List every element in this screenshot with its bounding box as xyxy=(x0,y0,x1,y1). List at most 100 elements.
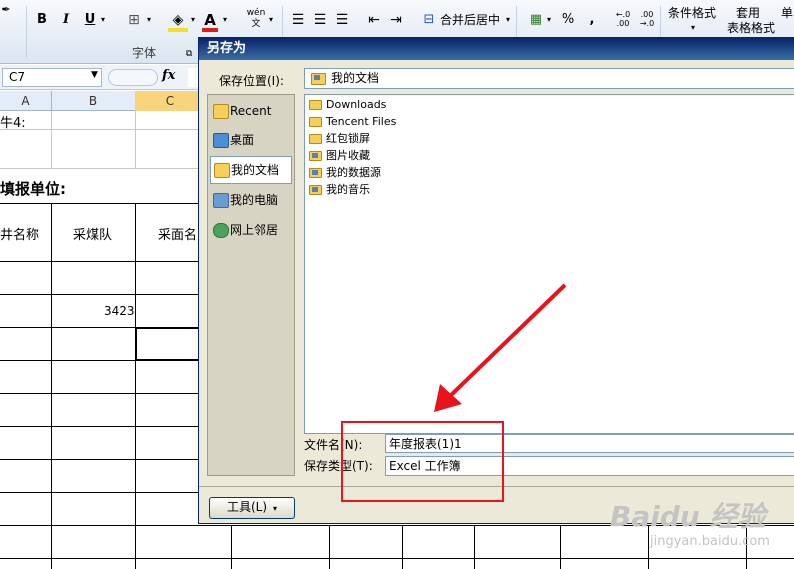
header-cell-c[interactable]: 采面名 xyxy=(158,224,197,243)
music-folder-icon xyxy=(309,185,322,195)
table-border xyxy=(51,203,52,569)
folder-icon xyxy=(309,134,322,144)
computer-icon xyxy=(213,193,229,208)
place-my-computer[interactable]: 我的电脑 xyxy=(210,187,292,213)
decrease-indent-icon[interactable]: ⇤ xyxy=(366,10,382,30)
place-label: 网上邻居 xyxy=(230,223,279,237)
tools-button[interactable]: 工具(L) ▾ xyxy=(209,497,295,519)
table-border xyxy=(0,426,200,427)
column-header-a[interactable]: A xyxy=(0,91,52,111)
align-center-icon[interactable]: ☰ xyxy=(312,10,328,30)
recent-icon xyxy=(213,104,229,119)
font-dialog-launcher-icon[interactable]: ⧉ xyxy=(183,44,195,64)
place-recent[interactable]: Recent xyxy=(210,98,292,124)
bold-button[interactable]: B xyxy=(34,10,50,30)
increase-indent-icon[interactable]: ⇥ xyxy=(388,10,404,30)
pictures-folder-icon xyxy=(309,151,322,161)
border-icon[interactable]: ⊞ xyxy=(124,10,144,30)
gridline xyxy=(135,111,136,169)
header-cell-b[interactable]: 采煤队 xyxy=(73,224,112,243)
table-border xyxy=(560,525,561,569)
percent-button[interactable]: % xyxy=(561,10,575,30)
place-label: 我的电脑 xyxy=(230,193,279,207)
save-in-label: 保存位置(I): xyxy=(219,74,284,88)
my-documents-icon xyxy=(311,73,326,85)
place-label: 桌面 xyxy=(230,133,255,147)
list-item[interactable]: 红包锁屏 xyxy=(309,131,370,147)
ribbon-separator xyxy=(26,6,27,58)
align-left-icon[interactable]: ☰ xyxy=(290,10,306,30)
dialog-title[interactable]: 另存为 xyxy=(199,38,794,60)
annotation-arrow xyxy=(434,283,567,412)
table-border xyxy=(402,525,403,569)
highlight-box xyxy=(341,421,504,502)
column-header-b[interactable]: B xyxy=(51,91,136,111)
my-documents-icon xyxy=(214,163,230,178)
align-right-icon[interactable]: ☰ xyxy=(334,10,350,30)
gridline xyxy=(0,168,200,169)
folder-icon xyxy=(309,117,322,127)
italic-button[interactable]: I xyxy=(58,10,74,30)
merge-center-icon[interactable]: ⊟ xyxy=(420,10,438,30)
cell-a1[interactable]: 牛4: xyxy=(0,112,26,131)
save-in-dropdown[interactable]: 我的文档 xyxy=(304,68,794,89)
place-desktop[interactable]: 桌面 xyxy=(210,127,292,153)
accounting-dropdown-icon[interactable]: ▾ xyxy=(544,10,554,30)
tools-dropdown-icon: ▾ xyxy=(273,504,278,513)
column-header-c[interactable]: C xyxy=(135,91,206,111)
value-cell-b[interactable]: 3423 xyxy=(104,304,135,318)
fill-color-icon[interactable]: ◈ xyxy=(168,10,188,32)
watermark-url: jingyan.baidu.com xyxy=(650,534,770,549)
font-color-dropdown-icon[interactable]: ▾ xyxy=(220,10,230,30)
format-painter-icon[interactable]: ✒ xyxy=(0,0,12,20)
name-box[interactable]: C7 xyxy=(2,68,102,87)
place-my-documents[interactable]: 我的文档 xyxy=(210,156,292,184)
places-bar: Recent 桌面 我的文档 我的电脑 网上邻居 xyxy=(207,94,295,476)
name-box-dropdown-icon[interactable]: ▼ xyxy=(91,70,98,80)
fill-dropdown-icon[interactable]: ▾ xyxy=(188,10,198,30)
table-border xyxy=(231,525,232,569)
increase-decimal-button[interactable]: ←.0 .00 xyxy=(612,10,634,30)
merge-dropdown-icon[interactable]: ▾ xyxy=(503,10,513,30)
desktop-icon xyxy=(213,133,229,148)
save-in-value: 我的文档 xyxy=(331,71,380,85)
insert-function-icon[interactable]: fx xyxy=(162,68,175,83)
phonetic-icon[interactable]: wén 文 xyxy=(246,8,266,29)
conditional-dropdown-icon[interactable]: ▾ xyxy=(688,18,698,38)
folder-icon xyxy=(309,100,322,110)
border-dropdown-icon[interactable]: ▾ xyxy=(144,10,154,30)
cell-style-button[interactable]: 单 xyxy=(780,3,794,23)
formula-input[interactable] xyxy=(188,68,198,87)
list-item[interactable]: Downloads xyxy=(309,97,386,113)
decrease-decimal-button[interactable]: .00 →.0 xyxy=(636,10,658,30)
list-item[interactable]: Tencent Files xyxy=(309,114,396,130)
formula-bar-splitter[interactable] xyxy=(108,69,158,86)
list-item[interactable]: 我的音乐 xyxy=(309,182,370,198)
data-sources-folder-icon xyxy=(309,168,322,178)
header-cell-a[interactable]: 井名称 xyxy=(0,224,39,243)
table-border xyxy=(0,203,200,204)
network-icon xyxy=(213,223,229,238)
font-group-label: 字体 xyxy=(132,46,157,60)
list-item[interactable]: 图片收藏 xyxy=(309,148,370,164)
place-label: 我的文档 xyxy=(231,163,280,177)
table-border xyxy=(474,525,475,569)
watermark-logo: Baidu 经验 xyxy=(610,500,766,533)
table-border xyxy=(0,261,200,262)
table-border xyxy=(135,203,136,569)
list-item[interactable]: 我的数据源 xyxy=(309,165,381,181)
font-color-icon[interactable]: A xyxy=(202,10,218,32)
comma-button[interactable]: , xyxy=(587,10,597,30)
accounting-format-icon[interactable]: ▦ xyxy=(526,10,546,30)
underline-dropdown-icon[interactable]: ▾ xyxy=(98,10,108,30)
cell-report-unit[interactable]: 填报单位: xyxy=(0,178,66,199)
table-border xyxy=(329,525,330,569)
underline-button[interactable]: U xyxy=(82,10,98,30)
merge-center-button[interactable]: 合并后居中 xyxy=(440,10,502,30)
phonetic-dropdown-icon[interactable]: ▾ xyxy=(266,10,276,30)
active-cell[interactable] xyxy=(135,327,201,361)
place-label: Recent xyxy=(230,104,272,118)
table-border xyxy=(0,294,200,295)
place-network[interactable]: 网上邻居 xyxy=(210,217,292,243)
table-format-label[interactable]: 表格格式 xyxy=(720,18,782,38)
